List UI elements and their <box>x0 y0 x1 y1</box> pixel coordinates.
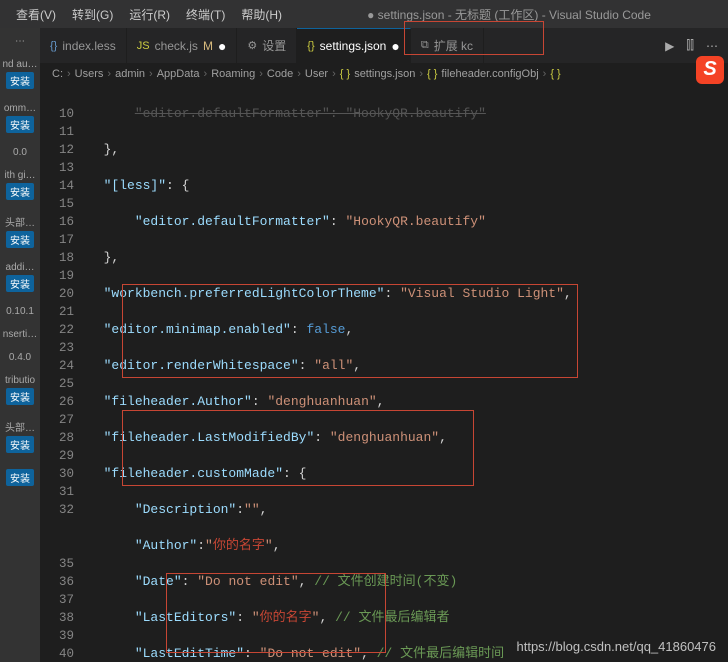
sidebar-ext-10[interactable]: tributio安装 <box>0 375 40 407</box>
sidebar-ext-1[interactable]: nd au…安装 <box>0 59 40 91</box>
extensions-sidebar: ⋯ nd au…安装 omm…安装 0.0 ith gi…安装 头部…安装 ad… <box>0 28 40 662</box>
sidebar-ext-9[interactable]: 0.4.0 <box>0 352 40 363</box>
tab-settings-json[interactable]: {} settings.json ● <box>297 28 411 63</box>
tab-settings-ui[interactable]: ⚙ 设置 <box>237 28 297 63</box>
install-button[interactable]: 安装 <box>6 275 34 292</box>
split-editor-icon[interactable]: ⫿⫿ <box>686 38 694 53</box>
extension-icon: ⧉ <box>421 39 429 52</box>
sidebar-ext-12[interactable]: 安装 <box>0 467 40 488</box>
json-symbol-icon: { } <box>427 68 437 80</box>
sidebar-ext-7[interactable]: 0.10.1 <box>0 306 40 317</box>
install-button[interactable]: 安装 <box>6 183 34 200</box>
sidebar-ext-6[interactable]: addi…安装 <box>0 262 40 294</box>
watermark-text: https://blog.csdn.net/qq_41860476 <box>517 639 717 654</box>
install-button[interactable]: 安装 <box>6 231 34 248</box>
install-button[interactable]: 安装 <box>6 388 34 405</box>
sidebar-ext-11[interactable]: 头部…安装 <box>0 419 40 455</box>
json-file-icon: {} <box>307 40 314 52</box>
code-editor[interactable]: 10 11 12 13 14 15 16 17 18 19 20 21 22 2… <box>40 85 728 662</box>
tab-extension[interactable]: ⧉ 扩展 kc <box>411 28 484 63</box>
breadcrumb[interactable]: C:› Users› admin› AppData› Roaming› Code… <box>40 63 728 85</box>
modified-indicator: M <box>203 39 213 53</box>
dirty-dot-icon: ● <box>391 38 399 54</box>
code-content[interactable]: "editor.defaultFormatter": "HookyQR.beau… <box>88 85 728 662</box>
js-file-icon: JS <box>137 40 150 52</box>
menu-terminal[interactable]: 终端(T) <box>178 6 233 23</box>
tab-label: index.less <box>62 39 115 53</box>
sidebar-ext-5[interactable]: 头部…安装 <box>0 214 40 250</box>
editor-tabs: {} index.less JS check.js M ● ⚙ 设置 {} se… <box>40 28 728 63</box>
install-button[interactable]: 安装 <box>6 72 34 89</box>
tab-label: check.js <box>155 39 198 53</box>
dirty-dot-icon: ● <box>218 38 226 54</box>
more-actions-icon[interactable]: ⋯ <box>706 39 718 53</box>
menu-run[interactable]: 运行(R) <box>121 6 178 23</box>
sogou-ime-icon[interactable]: S <box>696 56 724 84</box>
window-title: ● settings.json - 无标题 (工作区) - Visual Stu… <box>290 6 728 23</box>
install-button[interactable]: 安装 <box>6 116 34 133</box>
sidebar-more[interactable]: ⋯ <box>0 36 40 47</box>
menu-goto[interactable]: 转到(G) <box>64 6 121 23</box>
install-button[interactable]: 安装 <box>6 469 34 486</box>
gear-icon: ⚙ <box>247 39 257 52</box>
tab-label: 扩展 kc <box>434 37 473 54</box>
sidebar-ext-4[interactable]: ith gi…安装 <box>0 170 40 202</box>
install-button[interactable]: 安装 <box>6 436 34 453</box>
run-icon[interactable]: ▶ <box>665 39 674 53</box>
sidebar-ext-8[interactable]: nserti… <box>0 329 40 340</box>
less-file-icon: {} <box>50 40 57 52</box>
tab-index-less[interactable]: {} index.less <box>40 28 127 63</box>
tab-label: 设置 <box>262 37 286 54</box>
tab-check-js[interactable]: JS check.js M ● <box>127 28 238 63</box>
json-file-icon: { } <box>340 68 350 80</box>
menu-view[interactable]: 查看(V) <box>8 6 64 23</box>
tab-label: settings.json <box>320 39 387 53</box>
line-gutter: 10 11 12 13 14 15 16 17 18 19 20 21 22 2… <box>40 85 88 662</box>
sidebar-ext-2[interactable]: omm…安装 <box>0 103 40 135</box>
title-bar: 查看(V) 转到(G) 运行(R) 终端(T) 帮助(H) ● settings… <box>0 0 728 28</box>
menu-help[interactable]: 帮助(H) <box>233 6 290 23</box>
sidebar-ext-3[interactable]: 0.0 <box>0 147 40 158</box>
